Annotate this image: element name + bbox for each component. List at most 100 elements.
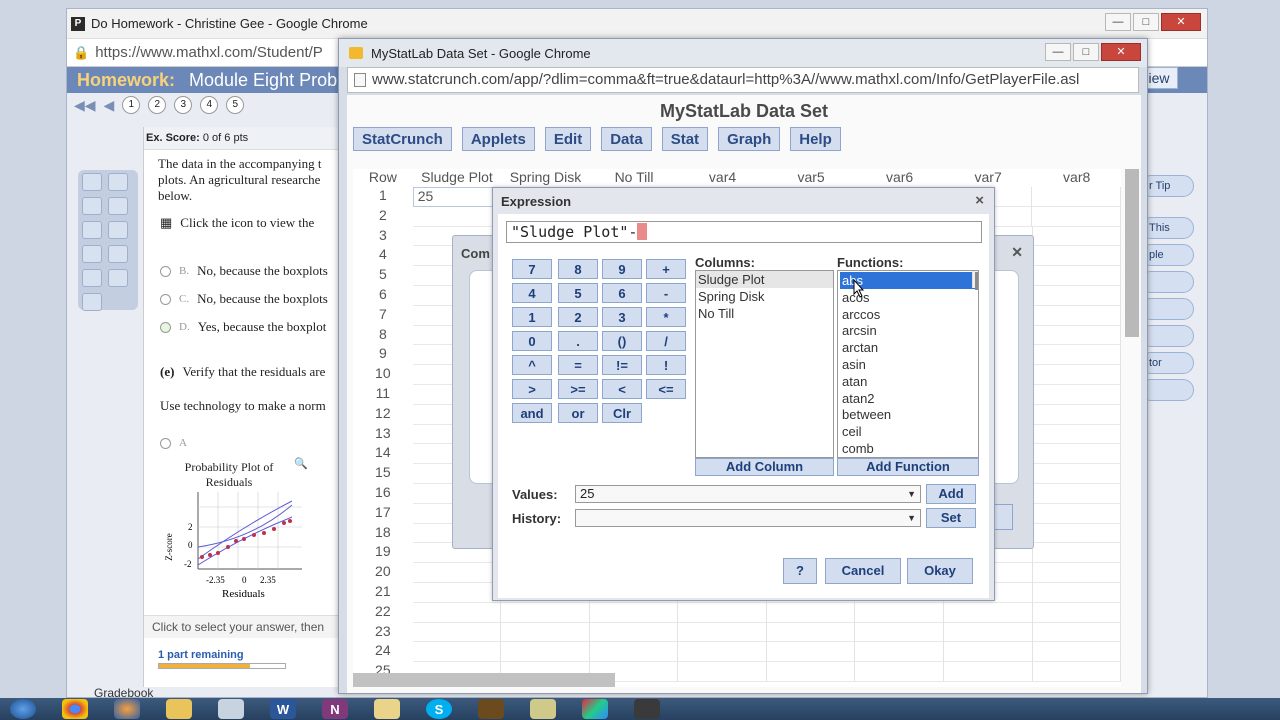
help-pill-5[interactable]: [1140, 298, 1194, 320]
keypad-key[interactable]: ^: [512, 355, 552, 375]
files-icon[interactable]: [374, 699, 400, 719]
radio-a[interactable]: [160, 437, 171, 449]
expression-input[interactable]: "Sludge Plot"-: [506, 221, 982, 243]
table-icon[interactable]: ▦: [160, 215, 172, 231]
subscript-icon[interactable]: [82, 269, 102, 287]
table-cell[interactable]: [1032, 503, 1121, 524]
mixed-number-icon[interactable]: [108, 197, 128, 215]
folder-icon[interactable]: [166, 699, 192, 719]
zoom-icon[interactable]: 🔍: [294, 457, 308, 470]
help-pill-6[interactable]: [1140, 325, 1194, 347]
first-question-icon[interactable]: ◀◀: [74, 97, 96, 114]
table-cell[interactable]: [766, 642, 856, 663]
keypad-key[interactable]: <: [602, 379, 642, 399]
tip-pill[interactable]: r Tip: [1140, 175, 1194, 197]
table-cell[interactable]: [943, 602, 1033, 623]
keypad-key[interactable]: /: [646, 331, 686, 351]
table-cell[interactable]: [855, 642, 944, 663]
menu-edit[interactable]: Edit: [544, 127, 592, 151]
table-cell[interactable]: [1032, 246, 1121, 267]
function-item[interactable]: atan2: [840, 390, 976, 407]
sc-minimize-icon[interactable]: —: [1045, 43, 1071, 61]
table-cell[interactable]: [1032, 444, 1121, 465]
table-cell[interactable]: [678, 622, 767, 643]
keypad-key[interactable]: and: [512, 403, 552, 423]
table-cell[interactable]: [1032, 285, 1121, 306]
table-cell[interactable]: [501, 642, 590, 663]
keypad-key[interactable]: 9: [602, 259, 642, 279]
menu-help[interactable]: Help: [790, 127, 841, 151]
col-sludge-plot[interactable]: Sludge Plot: [413, 169, 502, 187]
table-cell[interactable]: [943, 662, 1033, 682]
keypad-key[interactable]: (): [602, 331, 642, 351]
table-cell[interactable]: [1032, 305, 1121, 326]
keypad-key[interactable]: 4: [512, 283, 552, 303]
keypad-key[interactable]: .: [558, 331, 598, 351]
sc-maximize-icon[interactable]: □: [1073, 43, 1099, 61]
keypad-key[interactable]: *: [646, 307, 686, 327]
view-data-link[interactable]: ▦ Click the icon to view the: [160, 215, 314, 231]
table-cell[interactable]: [1032, 226, 1121, 247]
table-cell[interactable]: [412, 642, 502, 663]
keypad-key[interactable]: 0: [512, 331, 552, 351]
start-icon[interactable]: [10, 699, 36, 719]
values-select[interactable]: 25 ▼: [575, 485, 921, 503]
col-no-till[interactable]: No Till: [590, 169, 679, 187]
table-cell[interactable]: [1032, 187, 1121, 207]
set-history-button[interactable]: Set: [926, 508, 976, 528]
table-cell[interactable]: [1032, 404, 1121, 425]
close-icon[interactable]: ✕: [1161, 13, 1201, 31]
help-button[interactable]: ?: [783, 558, 817, 584]
functions-scrollbar[interactable]: [972, 271, 978, 290]
question-1[interactable]: 1: [122, 96, 141, 114]
tools-icon[interactable]: [582, 699, 608, 719]
skype-icon[interactable]: S: [426, 699, 452, 719]
table-cell[interactable]: [412, 622, 502, 643]
keypad-key[interactable]: 3: [602, 307, 642, 327]
horizontal-scrollbar[interactable]: [353, 673, 615, 687]
table-cell[interactable]: [1032, 662, 1121, 682]
statcrunch-urlbar[interactable]: www.statcrunch.com/app/?dlim=comma&ft=tr…: [347, 67, 1139, 93]
app-icon[interactable]: [478, 699, 504, 719]
keypad-key[interactable]: 2: [558, 307, 598, 327]
table-cell[interactable]: [1032, 206, 1121, 227]
undo-icon[interactable]: [82, 173, 102, 191]
this-pill[interactable]: This: [1140, 217, 1194, 239]
keypad-key[interactable]: 6: [602, 283, 642, 303]
table-cell[interactable]: [1032, 523, 1121, 544]
radio-b[interactable]: [160, 265, 171, 277]
table-cell[interactable]: [1032, 365, 1121, 385]
option-b[interactable]: B. No, because the boxplots: [160, 263, 328, 279]
word-icon[interactable]: W: [270, 699, 296, 719]
help-pill-4[interactable]: [1140, 271, 1194, 293]
table-cell[interactable]: [855, 662, 944, 682]
table-cell[interactable]: [766, 602, 856, 623]
col-var8[interactable]: var8: [1032, 169, 1121, 187]
function-item[interactable]: comb: [840, 440, 976, 457]
column-item-no-till[interactable]: No Till: [696, 305, 833, 322]
add-column-button[interactable]: Add Column: [695, 458, 834, 476]
table-cell[interactable]: [1032, 563, 1121, 583]
question-4[interactable]: 4: [200, 96, 219, 114]
option-c[interactable]: C. No, because the boxplots: [160, 291, 328, 307]
add-value-button[interactable]: Add: [926, 484, 976, 504]
function-item[interactable]: arctan: [840, 339, 976, 356]
table-cell[interactable]: [501, 602, 590, 623]
compute-dialog-close-icon[interactable]: ✕: [1011, 244, 1023, 261]
keypad-key[interactable]: Clr: [602, 403, 642, 423]
table-cell[interactable]: [1032, 543, 1121, 564]
abs-value-icon[interactable]: [108, 221, 128, 239]
minimize-icon[interactable]: —: [1105, 13, 1131, 31]
media-icon[interactable]: [634, 699, 660, 719]
col-var6[interactable]: var6: [855, 169, 944, 187]
table-cell[interactable]: [678, 662, 767, 682]
col-var4[interactable]: var4: [678, 169, 767, 187]
table-cell[interactable]: [766, 662, 856, 682]
function-item[interactable]: atan: [840, 373, 976, 390]
okay-button[interactable]: Okay: [907, 558, 973, 584]
table-cell[interactable]: [589, 622, 679, 643]
onenote-icon[interactable]: N: [322, 699, 348, 719]
question-2[interactable]: 2: [148, 96, 167, 114]
keypad-key[interactable]: +: [646, 259, 686, 279]
sqrt-icon[interactable]: [82, 245, 102, 263]
